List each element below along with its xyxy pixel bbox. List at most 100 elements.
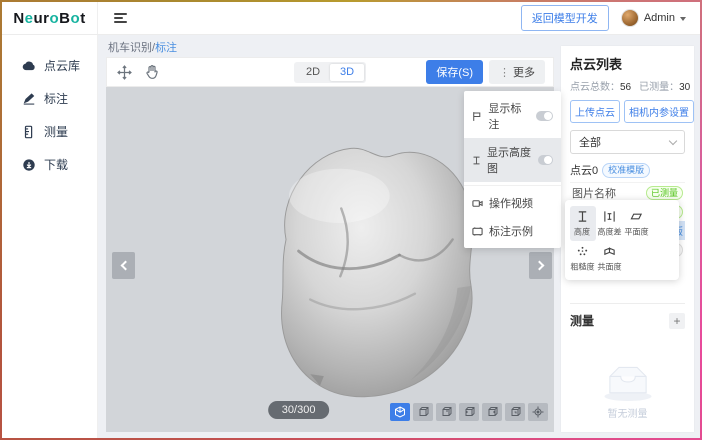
height-diff-icon bbox=[603, 210, 616, 223]
menu-item-label: 显示标注 bbox=[488, 100, 530, 132]
view-front-button[interactable] bbox=[413, 403, 433, 421]
download-icon bbox=[22, 158, 36, 172]
height-icon bbox=[576, 210, 589, 223]
panel-stats: 点云总数：56 已测量：30 bbox=[570, 78, 685, 93]
view-right-button[interactable] bbox=[482, 403, 502, 421]
menu-item-label: 操作视频 bbox=[489, 195, 533, 211]
empty-state-text: 暂无测量 bbox=[608, 405, 648, 420]
logo-letter: N bbox=[13, 10, 24, 27]
sidebar-item-annotate[interactable]: 标注 bbox=[2, 82, 97, 115]
filter-select-value: 全部 bbox=[579, 134, 601, 150]
tab-2d[interactable]: 2D bbox=[296, 64, 330, 81]
logo-letter: o bbox=[71, 10, 81, 27]
sidebar-item-pointcloud-library[interactable]: 点云库 bbox=[2, 49, 97, 82]
cube-icon bbox=[440, 406, 452, 418]
upload-pointcloud-button[interactable]: 上传点云 bbox=[570, 100, 620, 123]
view-iso-button[interactable] bbox=[390, 403, 410, 421]
menu-item-tutorial-video[interactable]: 操作视频 bbox=[464, 189, 561, 217]
save-button[interactable]: 保存(S) bbox=[426, 60, 483, 84]
logo-letter: e bbox=[25, 10, 34, 27]
coplanarity-icon bbox=[603, 245, 616, 258]
menu-divider bbox=[464, 185, 561, 186]
breadcrumb: 机车识别/标注 bbox=[106, 39, 554, 57]
sidebar-item-measure[interactable]: 测量 bbox=[2, 115, 97, 148]
measure-tool-palette: 高度 高度差 平面度 粗糙度 bbox=[565, 200, 679, 280]
view-left-button[interactable] bbox=[459, 403, 479, 421]
sidebar-item-label: 下载 bbox=[44, 156, 68, 173]
user-menu[interactable]: Admin bbox=[621, 9, 686, 27]
menu-item-label: 显示高度图 bbox=[487, 144, 532, 176]
pointcloud-panel: 点云列表 点云总数：56 已测量：30 上传点云 相机内参设置 全部 点云0 校… bbox=[561, 46, 694, 432]
avatar bbox=[621, 9, 639, 27]
reset-view-button[interactable] bbox=[528, 403, 548, 421]
panel-title: 点云列表 bbox=[570, 54, 685, 73]
show-annotation-toggle[interactable] bbox=[536, 111, 553, 121]
measure-section-title: 测量 bbox=[570, 312, 594, 329]
logo-box: NeuroBot bbox=[2, 2, 98, 34]
measure-section-header: 测量 + bbox=[570, 303, 685, 329]
tab-3d[interactable]: 3D bbox=[330, 64, 364, 81]
app-window: NeuroBot 返回模型开发 Admin 点云库 标注 测量 bbox=[2, 2, 700, 438]
prev-image-button[interactable] bbox=[112, 252, 135, 279]
breadcrumb-parent[interactable]: 机车识别 bbox=[108, 42, 152, 54]
flag-icon bbox=[472, 111, 482, 122]
chevron-right-icon bbox=[534, 261, 544, 271]
logo-letter: ur bbox=[34, 10, 50, 27]
camera-intrinsics-button[interactable]: 相机内参设置 bbox=[624, 100, 694, 123]
menu-item-annotation-example[interactable]: 标注示例 bbox=[464, 217, 561, 245]
add-measure-button[interactable]: + bbox=[669, 313, 685, 329]
tool-roughness[interactable]: 粗糙度 bbox=[570, 241, 596, 276]
cube-icon bbox=[417, 406, 429, 418]
top-header: NeuroBot 返回模型开发 Admin bbox=[2, 2, 700, 35]
tool-height[interactable]: 高度 bbox=[570, 206, 596, 241]
flatness-icon bbox=[630, 210, 643, 223]
more-dropdown-menu: 显示标注 显示高度图 操作视频 bbox=[464, 91, 561, 248]
stat-total: 点云总数：56 bbox=[570, 78, 631, 93]
dimension-toggle: 2D 3D bbox=[294, 62, 366, 83]
ellipsis-icon: ⋮ bbox=[499, 67, 510, 79]
stat-value: 30 bbox=[679, 82, 690, 93]
sidebar-item-label: 点云库 bbox=[44, 57, 80, 74]
canvas-toolbar: 2D 3D 保存(S) ⋮更多 显示标注 bbox=[106, 57, 554, 87]
pointcloud-group-row[interactable]: 点云0 校准模版 bbox=[570, 162, 685, 178]
status-badge: 已测量 bbox=[646, 186, 683, 200]
sidebar-item-label: 标注 bbox=[44, 90, 68, 107]
cube-icon bbox=[463, 406, 475, 418]
cloud-icon bbox=[22, 59, 36, 73]
menu-item-show-annotation[interactable]: 显示标注 bbox=[464, 94, 561, 138]
pan-tool-button[interactable] bbox=[143, 63, 161, 81]
chevron-down-icon bbox=[680, 17, 686, 21]
menu-item-label: 标注示例 bbox=[489, 223, 533, 239]
group-name: 点云0 bbox=[570, 162, 598, 178]
collapse-menu-icon[interactable] bbox=[110, 9, 131, 27]
screenshot-frame: NeuroBot 返回模型开发 Admin 点云库 标注 测量 bbox=[0, 0, 702, 440]
move-icon bbox=[116, 64, 133, 81]
back-to-model-dev-button[interactable]: 返回模型开发 bbox=[521, 5, 609, 31]
filter-select[interactable]: 全部 bbox=[570, 130, 685, 154]
more-button[interactable]: ⋮更多 bbox=[489, 60, 545, 84]
tool-coplanarity[interactable]: 共面度 bbox=[597, 241, 623, 276]
logo-letter: o bbox=[50, 10, 60, 27]
stat-measured: 已测量：30 bbox=[639, 78, 690, 93]
tool-flatness[interactable]: 平面度 bbox=[624, 206, 650, 241]
view-back-button[interactable] bbox=[436, 403, 456, 421]
menu-item-show-heightmap[interactable]: 显示高度图 bbox=[464, 138, 561, 182]
view-top-button[interactable] bbox=[505, 403, 525, 421]
move-tool-button[interactable] bbox=[115, 63, 133, 81]
stat-value: 56 bbox=[620, 82, 631, 93]
ruler-icon bbox=[22, 125, 36, 139]
tool-height-diff[interactable]: 高度差 bbox=[597, 206, 623, 241]
sidebar-item-download[interactable]: 下载 bbox=[2, 148, 97, 181]
cube-icon bbox=[509, 406, 521, 418]
tooth-3d-model bbox=[194, 93, 504, 415]
pen-icon bbox=[22, 92, 36, 106]
image-example-icon bbox=[472, 226, 483, 237]
empty-state: 暂无测量 bbox=[570, 360, 685, 426]
stat-label: 已测量： bbox=[639, 82, 679, 93]
show-heightmap-toggle[interactable] bbox=[538, 155, 553, 165]
sidebar-item-label: 测量 bbox=[44, 123, 68, 140]
hand-icon bbox=[144, 64, 160, 80]
chevron-down-icon bbox=[669, 136, 677, 144]
view-cube-toolbar bbox=[390, 403, 548, 421]
next-image-button[interactable] bbox=[529, 252, 552, 279]
